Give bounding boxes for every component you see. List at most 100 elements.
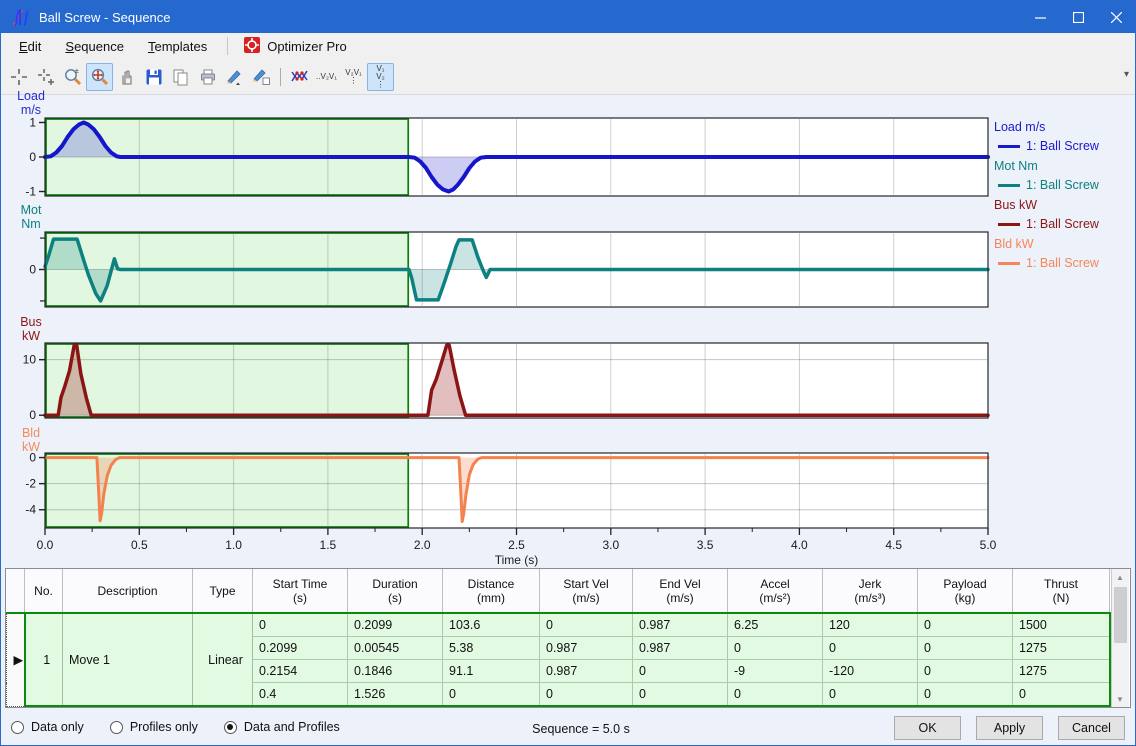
cell-segment-value[interactable]: -9 <box>728 660 823 683</box>
cell-segment-value[interactable]: 0.1846 <box>348 660 443 683</box>
svg-text:±: ± <box>75 68 79 75</box>
chart-bus[interactable]: 100 <box>1 342 990 419</box>
toolbar-overflow-chevron[interactable]: ▾ <box>1124 69 1129 80</box>
x-tick-label: 0.5 <box>131 538 148 552</box>
cell-segment-value[interactable]: 0 <box>918 613 1013 637</box>
column-header: Accel(m/s²) <box>728 569 823 613</box>
scroll-up-arrow[interactable]: ▲ <box>1112 569 1129 585</box>
print-icon[interactable] <box>194 63 221 91</box>
legend-item: 1: Ball Screw <box>998 218 1136 231</box>
radio-data-and-profiles[interactable]: Data and Profiles <box>224 720 340 734</box>
menu-sequence[interactable]: Sequence <box>53 36 136 57</box>
column-header: End Vel(m/s) <box>633 569 728 613</box>
window: Ball Screw - Sequence Edit Sequence Temp… <box>0 0 1136 746</box>
menu-optimizer-pro[interactable]: Optimizer Pro <box>236 35 354 58</box>
cell-description[interactable]: Move 1 <box>63 613 193 706</box>
menu-edit[interactable]: Edit <box>7 36 53 57</box>
legend-group-label: Load m/s <box>994 121 1136 134</box>
crosshair-cursor-icon[interactable] <box>5 63 32 91</box>
y-tick-label: 0 <box>29 150 36 164</box>
crosshair-add-cursor-icon[interactable] <box>32 63 59 91</box>
cell-segment-value[interactable]: 0.2099 <box>253 637 348 660</box>
cell-segment-value[interactable]: 0 <box>540 683 633 707</box>
cell-segment-value[interactable]: -120 <box>823 660 918 683</box>
time-axis-title: Time (s) <box>495 553 539 567</box>
cell-segment-value[interactable]: 0 <box>728 683 823 707</box>
table-scrollbar[interactable]: ▲ ▼ <box>1111 569 1129 707</box>
cell-segment-value[interactable]: 0 <box>633 683 728 707</box>
cell-segment-value[interactable]: 0 <box>728 637 823 660</box>
radio-data-only[interactable]: Data only <box>11 720 84 734</box>
copy-icon[interactable] <box>167 63 194 91</box>
cell-segment-value[interactable]: 1275 <box>1013 660 1110 683</box>
apply-button[interactable]: Apply <box>976 716 1043 740</box>
cell-segment-value[interactable]: 0 <box>540 613 633 637</box>
trace-overlay-icon[interactable] <box>286 63 313 91</box>
cell-segment-value[interactable]: 0.987 <box>540 660 633 683</box>
menu-templates[interactable]: Templates <box>136 36 219 57</box>
cell-no[interactable]: 1 <box>25 613 63 706</box>
cell-segment-value[interactable]: 0 <box>918 683 1013 707</box>
scroll-down-arrow[interactable]: ▼ <box>1112 691 1129 707</box>
scroll-thumb[interactable] <box>1114 587 1127 643</box>
trace-values-inline-icon[interactable]: ..V₂V₁ <box>313 63 340 91</box>
toolbar-separator <box>280 68 281 86</box>
maximize-button[interactable] <box>1059 1 1097 33</box>
cell-segment-value[interactable]: 0 <box>253 613 348 637</box>
save-icon[interactable] <box>140 63 167 91</box>
minimize-button[interactable] <box>1021 1 1059 33</box>
menu-bar: Edit Sequence Templates Optimizer Pro <box>1 33 1135 59</box>
toolbar: ± ..V₂V₁ V₂V₁⋮ V₁V₂⋮ ▾ <box>1 59 1135 95</box>
x-tick-label: 4.5 <box>885 538 902 552</box>
ok-button[interactable]: OK <box>894 716 961 740</box>
cell-segment-value[interactable]: 0.2154 <box>253 660 348 683</box>
cell-segment-value[interactable]: 1.526 <box>348 683 443 707</box>
cell-segment-value[interactable]: 120 <box>823 613 918 637</box>
cell-segment-value[interactable]: 0 <box>1013 683 1110 707</box>
cell-type[interactable]: Linear <box>193 613 253 706</box>
column-header: Payload(kg) <box>918 569 1013 613</box>
edit-pencil-icon[interactable] <box>221 63 248 91</box>
zoom-in-out-icon[interactable]: ± <box>59 63 86 91</box>
cell-segment-value[interactable]: 0.2099 <box>348 613 443 637</box>
cell-segment-value[interactable]: 0.4 <box>253 683 348 707</box>
cell-segment-value[interactable]: 0.987 <box>633 637 728 660</box>
legend-group-label: Bld kW <box>994 238 1136 251</box>
cell-segment-value[interactable]: 103.6 <box>443 613 540 637</box>
column-header: Type <box>193 569 253 613</box>
cell-segment-value[interactable]: 1500 <box>1013 613 1110 637</box>
cell-segment-value[interactable]: 6.25 <box>728 613 823 637</box>
axis-label-bld: BldkW <box>11 426 51 454</box>
cell-segment-value[interactable]: 0 <box>633 660 728 683</box>
legend-group-label: Bus kW <box>994 199 1136 212</box>
cell-segment-value[interactable]: 0 <box>823 637 918 660</box>
cell-segment-value[interactable]: 1275 <box>1013 637 1110 660</box>
cancel-button[interactable]: Cancel <box>1058 716 1125 740</box>
cell-segment-value[interactable]: 0 <box>823 683 918 707</box>
cell-segment-value[interactable]: 0 <box>918 660 1013 683</box>
cell-segment-value[interactable]: 5.38 <box>443 637 540 660</box>
column-header: Description <box>63 569 193 613</box>
close-button[interactable] <box>1097 1 1135 33</box>
cell-segment-value[interactable]: 0.987 <box>633 613 728 637</box>
time-axis: 0.00.51.01.52.02.53.03.54.04.55.0Time (s… <box>1 528 1001 568</box>
chart-bld[interactable]: 0-2-4 <box>1 452 990 529</box>
trace-values-per-axis-icon[interactable]: V₁V₂⋮ <box>367 63 394 91</box>
legend-item: 1: Ball Screw <box>998 140 1136 153</box>
edit-pencil-note-icon[interactable] <box>248 63 275 91</box>
pan-hand-icon[interactable] <box>113 63 140 91</box>
x-tick-label: 3.0 <box>602 538 619 552</box>
row-selector-marker[interactable]: ▶ <box>7 613 25 706</box>
zoom-extents-icon[interactable] <box>86 63 113 91</box>
chart-mot[interactable]: 0 <box>1 231 990 308</box>
radio-profiles-only[interactable]: Profiles only <box>110 720 198 734</box>
cell-segment-value[interactable]: 0.00545 <box>348 637 443 660</box>
cell-segment-value[interactable]: 91.1 <box>443 660 540 683</box>
cell-segment-value[interactable]: 0 <box>918 637 1013 660</box>
chart-load[interactable]: 10-1 <box>1 117 990 197</box>
trace-values-stacked-icon[interactable]: V₂V₁⋮ <box>340 63 367 91</box>
cell-segment-value[interactable]: 0 <box>443 683 540 707</box>
cell-segment-value[interactable]: 0.987 <box>540 637 633 660</box>
axis-label-bus: BuskW <box>11 315 51 343</box>
column-header: No. <box>25 569 63 613</box>
